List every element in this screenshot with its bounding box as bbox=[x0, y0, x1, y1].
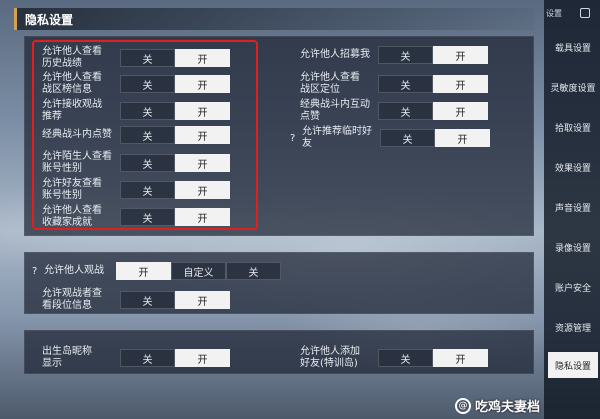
right-setting-row: ? 允许推荐临时好友关开 bbox=[290, 126, 490, 150]
sidebar-header: 设置 bbox=[546, 4, 590, 22]
spectator-rank-row: 允许观战者查 看段位信息 关 开 bbox=[42, 288, 230, 312]
toggle-off-button[interactable]: 关 bbox=[378, 102, 433, 120]
toggle-off-button[interactable]: 关 bbox=[378, 46, 433, 64]
spectator-rank-label: 允许观战者查 看段位信息 bbox=[42, 288, 102, 311]
spectate-option-off[interactable]: 关 bbox=[226, 262, 281, 280]
right-setting-row: 经典战斗内互动 点赞关开 bbox=[300, 99, 488, 123]
setting-label: 允许他人查看 战区定位 bbox=[300, 72, 360, 95]
sidebar-item[interactable]: 资源管理 bbox=[548, 314, 598, 340]
toggle-off-button[interactable]: 关 bbox=[380, 129, 435, 147]
birth-island-toggle: 关 开 bbox=[120, 349, 230, 367]
watermark: @ 吃鸡夫妻档 bbox=[454, 396, 540, 415]
sidebar-item[interactable]: 隐私设置 bbox=[548, 352, 598, 378]
spectate-row: ? 允许他人观战 开 自定义 关 bbox=[32, 262, 281, 280]
toggle-off-button[interactable]: 关 bbox=[120, 291, 175, 309]
setting-toggle: 关开 bbox=[378, 46, 488, 64]
sidebar-item[interactable]: 声音设置 bbox=[548, 194, 598, 220]
page-title-text: 隐私设置 bbox=[25, 12, 74, 27]
add-friend-row: 允许他人添加 好友(特训岛) 关 开 bbox=[300, 346, 488, 370]
spectate-selector: 开 自定义 关 bbox=[116, 262, 281, 280]
highlight-box bbox=[32, 40, 258, 230]
watermark-icon: @ bbox=[454, 397, 471, 414]
birth-island-row: 出生岛昵称 显示 关 开 bbox=[42, 346, 230, 370]
add-friend-label: 允许他人添加 好友(特训岛) bbox=[300, 346, 360, 369]
sidebar-item[interactable]: 效果设置 bbox=[548, 154, 598, 180]
spectate-option-custom[interactable]: 自定义 bbox=[171, 262, 226, 280]
setting-toggle: 关开 bbox=[380, 129, 490, 147]
toggle-off-button[interactable]: 关 bbox=[378, 75, 433, 93]
birth-island-label: 出生岛昵称 显示 bbox=[42, 346, 92, 369]
toggle-on-button[interactable]: 开 bbox=[433, 46, 488, 64]
add-friend-toggle: 关 开 bbox=[378, 349, 488, 367]
toggle-on-button[interactable]: 开 bbox=[433, 102, 488, 120]
setting-toggle: 关开 bbox=[378, 75, 488, 93]
sidebar-item[interactable]: 账户安全 bbox=[548, 274, 598, 300]
sidebar-header-label: 设置 bbox=[546, 8, 562, 18]
settings-icon[interactable] bbox=[580, 8, 590, 18]
toggle-on-button[interactable]: 开 bbox=[433, 75, 488, 93]
sidebar-item[interactable]: 录像设置 bbox=[548, 234, 598, 260]
spectate-option-on[interactable]: 开 bbox=[116, 262, 171, 280]
spectate-label: 允许他人观战 bbox=[44, 265, 104, 276]
right-setting-row: 允许他人招募我关开 bbox=[300, 46, 488, 64]
toggle-on-button[interactable]: 开 bbox=[175, 291, 230, 309]
toggle-on-button[interactable]: 开 bbox=[433, 349, 488, 367]
sidebar-item[interactable]: 灵敏度设置 bbox=[548, 74, 598, 100]
setting-toggle: 关开 bbox=[378, 102, 488, 120]
setting-label: 经典战斗内互动 点赞 bbox=[300, 99, 370, 122]
setting-label: 允许他人招募我 bbox=[300, 49, 370, 60]
toggle-off-button[interactable]: 关 bbox=[120, 349, 175, 367]
setting-label: 允许推荐临时好友 bbox=[302, 126, 372, 149]
toggle-on-button[interactable]: 开 bbox=[435, 129, 490, 147]
toggle-off-button[interactable]: 关 bbox=[378, 349, 433, 367]
toggle-on-button[interactable]: 开 bbox=[175, 349, 230, 367]
sidebar-item[interactable]: 载具设置 bbox=[548, 34, 598, 60]
help-icon[interactable]: ? bbox=[290, 133, 300, 144]
settings-sidebar: 设置 载具设置灵敏度设置拾取设置效果设置声音设置录像设置账户安全资源管理隐私设置 bbox=[544, 0, 600, 419]
sidebar-item[interactable]: 拾取设置 bbox=[548, 114, 598, 140]
page-title: 隐私设置 bbox=[14, 8, 534, 30]
spectator-rank-toggle: 关 开 bbox=[120, 291, 230, 309]
help-icon[interactable]: ? bbox=[32, 266, 42, 277]
right-setting-row: 允许他人查看 战区定位关开 bbox=[300, 72, 488, 96]
watermark-text: 吃鸡夫妻档 bbox=[474, 400, 540, 415]
